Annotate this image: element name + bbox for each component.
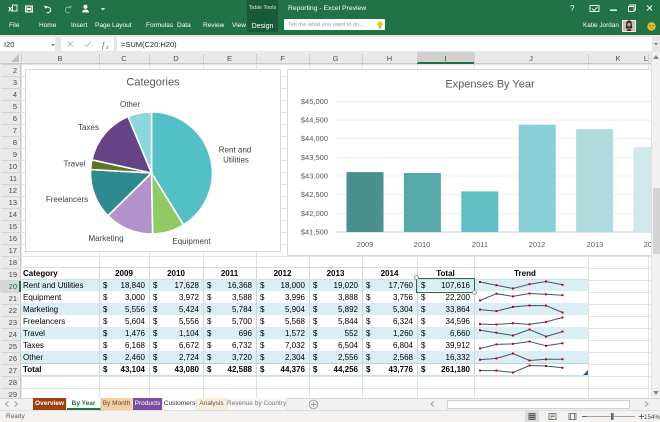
svg-text:2009: 2009 — [357, 240, 374, 249]
svg-text:$42,000: $42,000 — [301, 209, 328, 218]
svg-text:$42,500: $42,500 — [301, 190, 328, 199]
svg-text:Other: Other — [120, 100, 140, 109]
svg-text:Equipment: Equipment — [172, 237, 211, 246]
svg-text:2013: 2013 — [587, 240, 604, 249]
svg-text:Categories: Categories — [126, 77, 180, 89]
svg-text:Taxes: Taxes — [78, 123, 99, 132]
svg-text:Travel: Travel — [64, 160, 86, 169]
svg-text:2012: 2012 — [529, 240, 546, 249]
svg-text:x: x — [105, 45, 109, 51]
svg-text:$43,000: $43,000 — [301, 172, 328, 181]
svg-text:2011: 2011 — [472, 240, 488, 249]
svg-text:Expenses By Year: Expenses By Year — [445, 79, 535, 91]
svg-text:Freelancers: Freelancers — [46, 195, 88, 204]
svg-text:$44,500: $44,500 — [301, 116, 328, 125]
svg-text:$43,500: $43,500 — [301, 153, 328, 162]
svg-text:$44,000: $44,000 — [301, 134, 328, 143]
svg-text:Marketing: Marketing — [88, 234, 123, 243]
svg-text:$41,500: $41,500 — [301, 228, 328, 237]
svg-text:2010: 2010 — [414, 240, 431, 249]
svg-text:$45,000: $45,000 — [301, 97, 328, 106]
svg-text:Utilities: Utilities — [223, 156, 249, 165]
svg-text:?: ? — [570, 4, 575, 13]
svg-text:Rent and: Rent and — [219, 146, 251, 155]
